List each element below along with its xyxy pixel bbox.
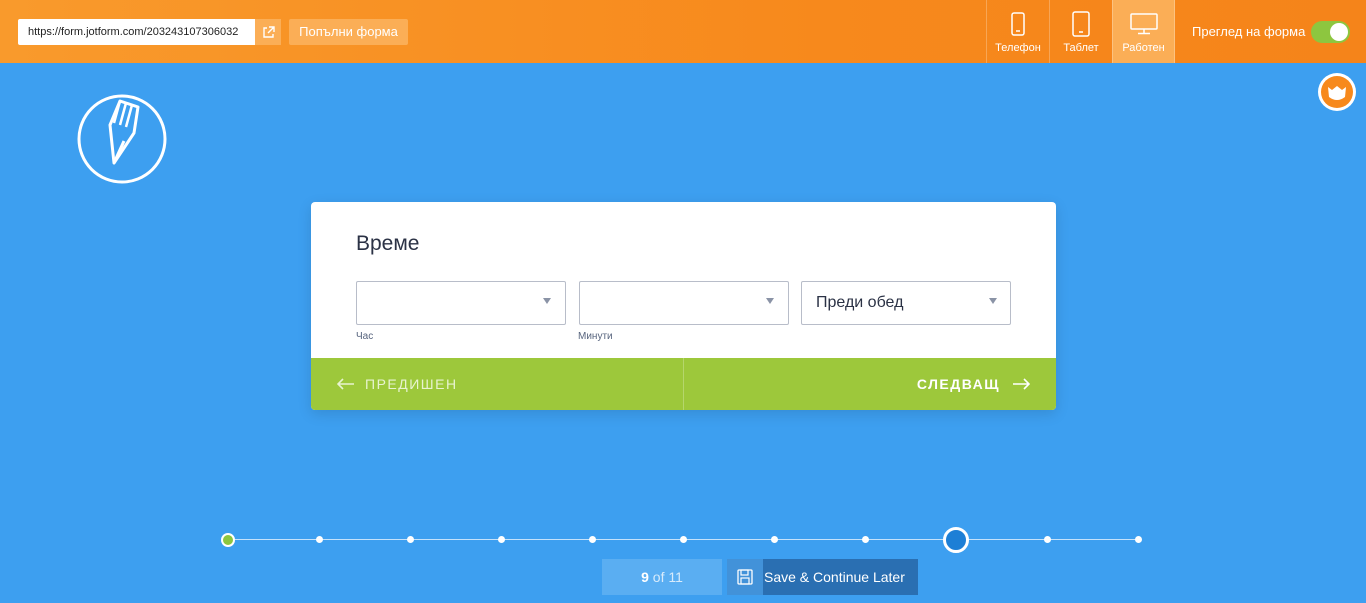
previous-label: ПРЕДИШЕН xyxy=(365,376,458,392)
progress-step[interactable] xyxy=(770,536,778,543)
progress-step[interactable] xyxy=(679,536,687,543)
next-button[interactable]: СЛЕДВАЩ xyxy=(684,358,1056,410)
progress-step[interactable] xyxy=(406,536,414,543)
chevron-down-icon xyxy=(989,298,997,304)
chevron-down-icon xyxy=(766,298,774,304)
toggle-knob xyxy=(1330,23,1348,41)
minutes-sublabel: Минути xyxy=(578,331,613,342)
device-label: Телефон xyxy=(995,42,1041,54)
device-switcher: Телефон Таблет Работен xyxy=(986,0,1175,63)
save-icon xyxy=(727,559,763,595)
device-desktop-button[interactable]: Работен xyxy=(1112,0,1175,63)
next-label: СЛЕДВАЩ xyxy=(916,376,1000,392)
question-card: Време Час Минути Преди обед ПРЕДИШЕН СЛЕ… xyxy=(311,202,1056,410)
fill-form-button[interactable]: Попълни форма xyxy=(289,19,408,45)
form-url-field[interactable]: https://form.jotform.com/203243107306032 xyxy=(18,19,255,45)
progress-step-current[interactable] xyxy=(943,526,969,553)
device-phone-button[interactable]: Телефон xyxy=(986,0,1049,63)
save-label: Save & Continue Later xyxy=(764,569,905,585)
device-tablet-button[interactable]: Таблет xyxy=(1049,0,1112,63)
open-external-icon[interactable] xyxy=(255,19,281,45)
arrow-right-icon xyxy=(1012,378,1030,390)
current-page: 9 xyxy=(641,569,649,585)
assistant-avatar[interactable] xyxy=(1318,73,1356,111)
hour-sublabel: Час xyxy=(356,331,374,342)
arrow-left-icon xyxy=(337,378,355,390)
progress-step[interactable] xyxy=(1043,536,1051,543)
tablet-icon xyxy=(1072,10,1090,38)
ampm-select[interactable]: Преди обед xyxy=(801,281,1011,325)
top-bar: https://form.jotform.com/203243107306032… xyxy=(0,0,1366,63)
progress-step[interactable] xyxy=(1134,536,1142,543)
progress-step[interactable] xyxy=(588,536,596,543)
preview-toggle[interactable] xyxy=(1311,21,1350,43)
total-pages: of 11 xyxy=(652,569,683,585)
progress-step[interactable] xyxy=(221,532,235,547)
desktop-icon xyxy=(1129,10,1158,38)
form-logo xyxy=(76,93,168,185)
hour-select[interactable] xyxy=(356,281,566,325)
question-title: Време xyxy=(356,232,420,255)
device-label: Таблет xyxy=(1063,42,1099,54)
device-label: Работен xyxy=(1122,42,1165,54)
save-continue-later-button[interactable]: Save & Continue Later xyxy=(727,559,918,595)
chevron-down-icon xyxy=(543,298,551,304)
minutes-select[interactable] xyxy=(579,281,789,325)
page-counter: 9 of 11 xyxy=(602,559,722,595)
progress-step[interactable] xyxy=(315,536,323,543)
preview-form-label: Преглед на форма xyxy=(1192,24,1306,39)
previous-button[interactable]: ПРЕДИШЕН xyxy=(311,358,684,410)
progress-step[interactable] xyxy=(497,536,505,543)
phone-icon xyxy=(1011,10,1025,38)
progress-step[interactable] xyxy=(861,536,869,543)
navigation-bar: ПРЕДИШЕН СЛЕДВАЩ xyxy=(311,358,1056,410)
